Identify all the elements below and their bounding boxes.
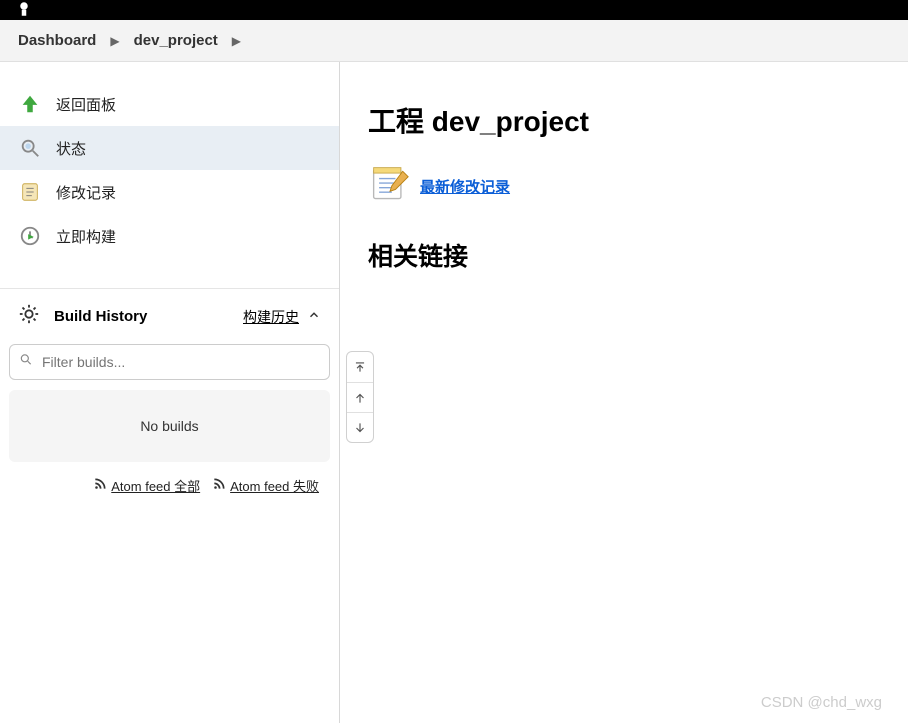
build-history-toggle[interactable]: 构建历史 (243, 307, 321, 327)
sidebar-item-changes[interactable]: 修改记录 (0, 170, 339, 214)
magnifier-icon (18, 136, 42, 160)
page-title: 工程 dev_project (368, 100, 898, 140)
build-history-header: Build History 构建历史 (0, 288, 339, 344)
scroll-up-button[interactable] (347, 382, 373, 412)
scroll-down-button[interactable] (347, 412, 373, 442)
jump-top-button[interactable] (347, 352, 373, 382)
sidebar-item-label: 返回面板 (56, 94, 116, 115)
topbar (0, 0, 908, 20)
sidebar-item-label: 立即构建 (56, 226, 116, 247)
sidebar-item-build-now[interactable]: 立即构建 (0, 214, 339, 258)
toggle-label: 构建历史 (243, 307, 299, 327)
sidebar: 返回面板 状态 修改记录 立即构建 (0, 62, 340, 723)
watermark: CSDN @chd_wxg (761, 694, 882, 711)
rss-icon (93, 477, 107, 494)
filter-wrap (0, 344, 339, 390)
feed-label: Atom feed 全部 (111, 476, 200, 495)
feeds-row: Atom feed 全部 Atom feed 失败 (0, 476, 339, 519)
notepad-pencil-icon (368, 164, 412, 209)
rss-icon (212, 477, 226, 494)
changes-row: 最新修改记录 (368, 164, 898, 209)
no-builds-text: No builds (140, 418, 198, 434)
chevron-right-icon: ▶ (232, 34, 241, 48)
breadcrumb-project[interactable]: dev_project (134, 32, 218, 49)
atom-feed-all[interactable]: Atom feed 全部 (93, 476, 200, 495)
sidebar-item-status[interactable]: 状态 (0, 126, 339, 170)
build-history-title: Build History (54, 308, 147, 325)
feed-label: Atom feed 失败 (230, 476, 319, 495)
sidebar-item-label: 修改记录 (56, 182, 116, 203)
clock-play-icon (18, 224, 42, 248)
sun-icon (18, 303, 40, 330)
jenkins-logo-icon (15, 0, 33, 21)
chevron-up-icon (307, 308, 321, 325)
no-builds-panel: No builds (9, 390, 330, 462)
search-icon (19, 353, 33, 372)
notepad-icon (18, 180, 42, 204)
recent-changes-link[interactable]: 最新修改记录 (420, 176, 510, 197)
view-controls (346, 351, 374, 443)
breadcrumb-dashboard[interactable]: Dashboard (18, 32, 96, 49)
atom-feed-fail[interactable]: Atom feed 失败 (212, 476, 319, 495)
breadcrumb: Dashboard ▶ dev_project ▶ (0, 20, 908, 62)
related-links-title: 相关链接 (368, 237, 898, 273)
title-name: dev_project (432, 106, 589, 137)
sidebar-item-back[interactable]: 返回面板 (0, 82, 339, 126)
arrow-up-icon (18, 92, 42, 116)
title-prefix: 工程 (368, 106, 424, 137)
main-content: 工程 dev_project 最新修改记录 相关链接 (340, 62, 908, 723)
layout: 返回面板 状态 修改记录 立即构建 (0, 62, 908, 723)
chevron-right-icon: ▶ (110, 34, 119, 48)
filter-builds-input[interactable] (9, 344, 330, 380)
sidebar-item-label: 状态 (56, 138, 86, 159)
